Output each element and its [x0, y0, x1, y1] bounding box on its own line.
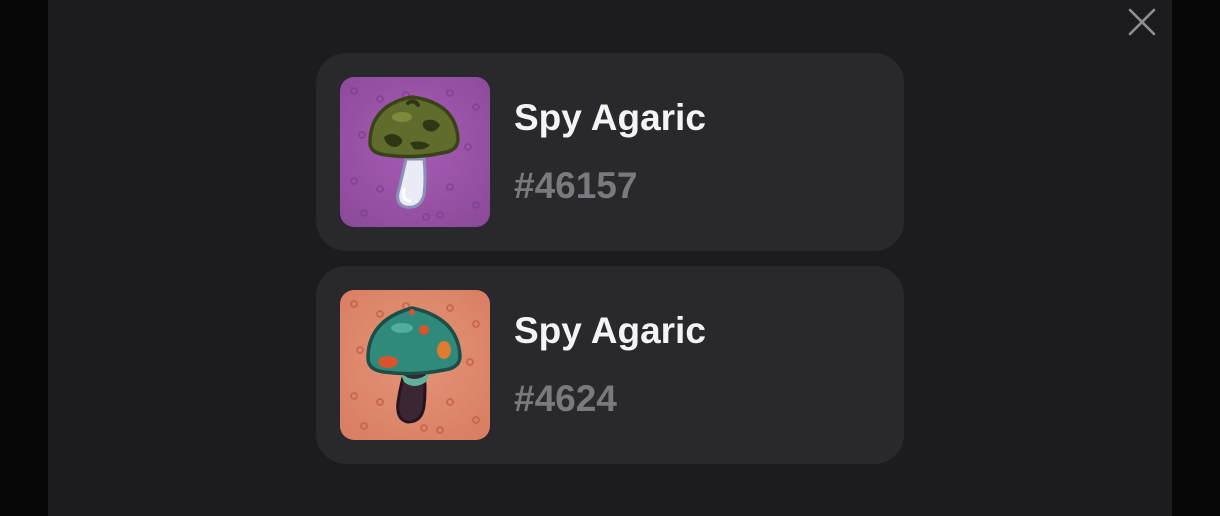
nft-thumbnail	[340, 77, 490, 227]
nft-selection-modal: Spy Agaric #46157 Spy Agaric #4624	[48, 0, 1172, 516]
nft-thumbnail	[340, 290, 490, 440]
close-button[interactable]	[1124, 4, 1160, 40]
camo-mushroom-icon	[340, 77, 490, 227]
nft-name: Spy Agaric	[514, 97, 706, 138]
nft-card[interactable]: Spy Agaric #4624	[316, 266, 904, 464]
nft-name: Spy Agaric	[514, 310, 706, 351]
close-icon	[1128, 8, 1156, 36]
teal-mushroom-icon	[340, 290, 490, 440]
nft-card[interactable]: Spy Agaric #46157	[316, 53, 904, 251]
nft-token-id: #46157	[514, 165, 638, 206]
nft-token-id: #4624	[514, 378, 617, 419]
